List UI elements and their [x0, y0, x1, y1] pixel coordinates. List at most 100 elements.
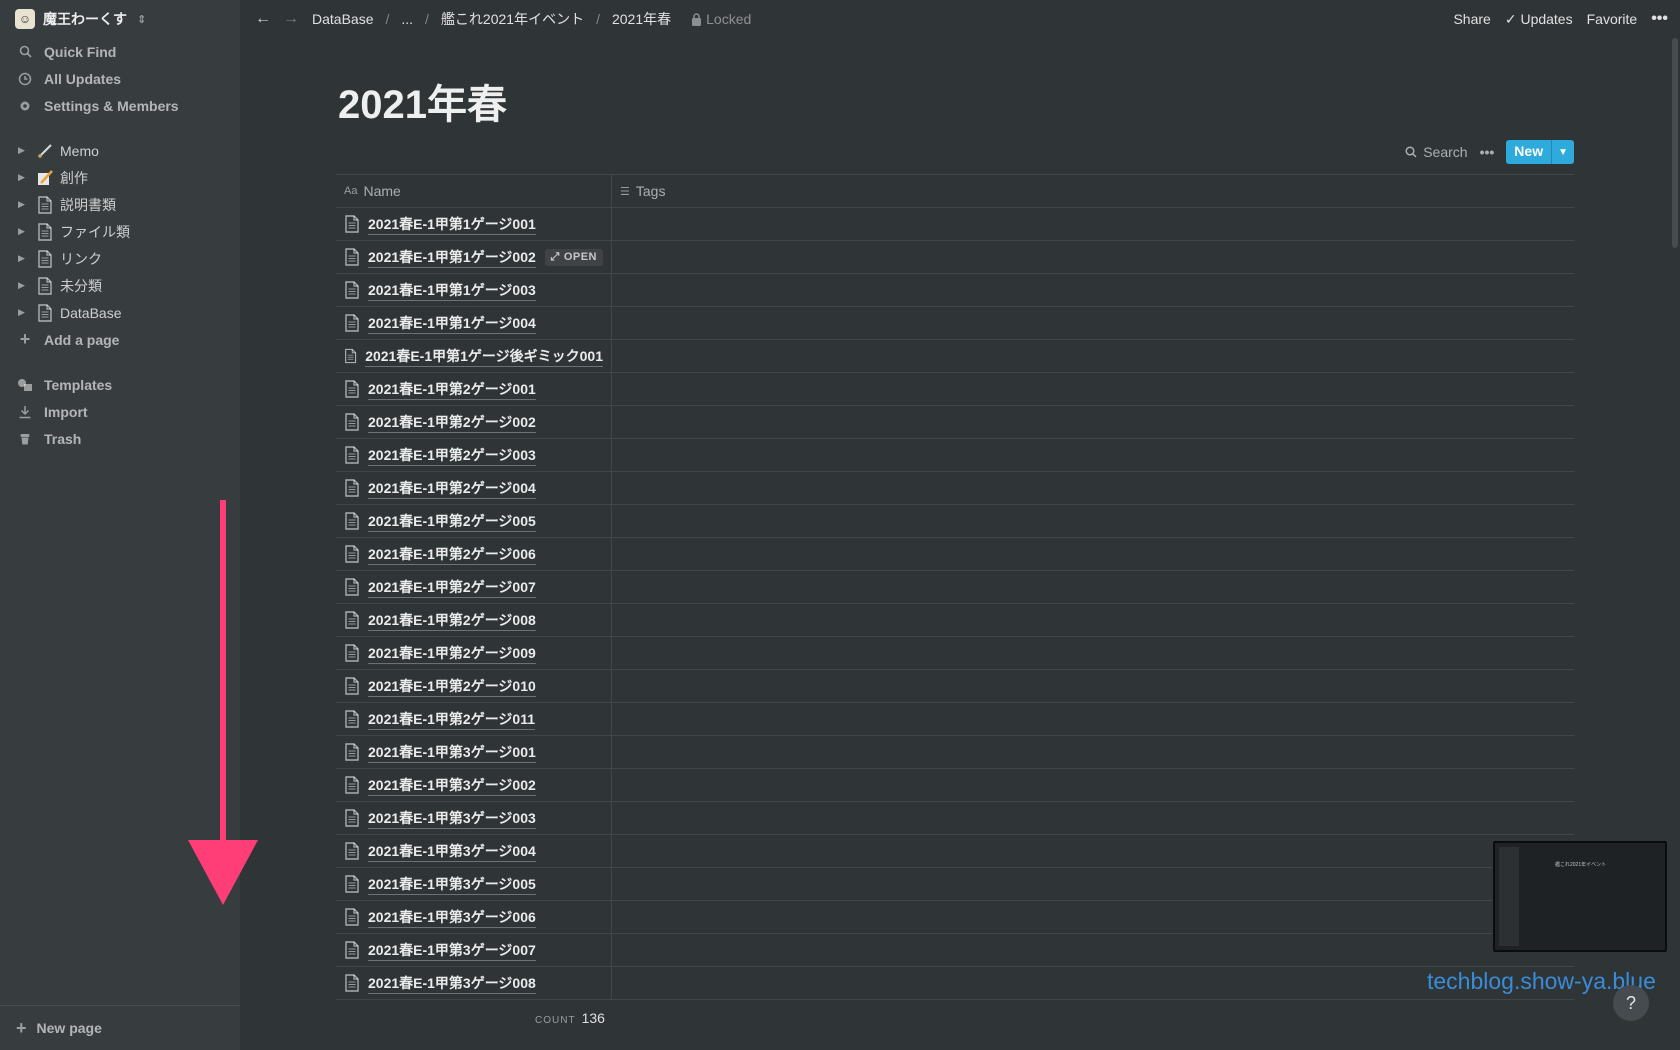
row-title[interactable]: 2021春E-1甲第1ゲージ002 — [368, 247, 536, 268]
tags-cell[interactable] — [612, 571, 1574, 603]
workspace-switcher[interactable]: ☺ 魔王わーくす ⇕ — [0, 0, 240, 38]
help-button[interactable]: ? — [1613, 985, 1649, 1021]
sidebar-item-templates[interactable]: Templates — [0, 371, 240, 398]
expand-toggle-icon[interactable]: ▶ — [18, 172, 30, 183]
tags-cell[interactable] — [612, 406, 1574, 438]
scrollbar-thumb[interactable] — [1672, 38, 1678, 248]
tags-cell[interactable] — [612, 307, 1574, 339]
table-row[interactable]: 2021春E-1甲第2ゲージ001 — [336, 373, 1574, 406]
breadcrumb-item[interactable]: DataBase — [308, 9, 377, 29]
name-cell[interactable]: 2021春E-1甲第2ゲージ001 — [336, 373, 612, 405]
name-cell[interactable]: 2021春E-1甲第2ゲージ003 — [336, 439, 612, 471]
tags-cell[interactable] — [612, 736, 1574, 768]
name-cell[interactable]: 2021春E-1甲第3ゲージ006 — [336, 901, 612, 933]
sidebar-page-item[interactable]: ▶ 創作 — [0, 164, 240, 191]
breadcrumb-item[interactable]: 艦これ2021年イベント — [437, 7, 588, 31]
row-title[interactable]: 2021春E-1甲第3ゲージ004 — [368, 841, 536, 862]
tags-cell[interactable] — [612, 637, 1574, 669]
tags-cell[interactable] — [612, 934, 1574, 966]
updates-button[interactable]: ✓ Updates — [1505, 11, 1573, 28]
sidebar-item-all-updates[interactable]: All Updates — [0, 65, 240, 92]
expand-toggle-icon[interactable]: ▶ — [18, 253, 30, 264]
share-button[interactable]: Share — [1453, 11, 1490, 27]
name-cell[interactable]: 2021春E-1甲第3ゲージ005 — [336, 868, 612, 900]
row-title[interactable]: 2021春E-1甲第2ゲージ011 — [368, 709, 536, 730]
forward-arrow-icon[interactable]: → — [280, 10, 302, 28]
search-button[interactable]: Search — [1405, 144, 1468, 160]
expand-toggle-icon[interactable]: ▶ — [18, 145, 30, 156]
name-cell[interactable]: 2021春E-1甲第3ゲージ002 — [336, 769, 612, 801]
table-row[interactable]: 2021春E-1甲第3ゲージ002 — [336, 769, 1574, 802]
tags-cell[interactable] — [612, 505, 1574, 537]
row-title[interactable]: 2021春E-1甲第2ゲージ010 — [368, 676, 536, 697]
new-button[interactable]: New ▼ — [1506, 140, 1574, 164]
name-cell[interactable]: 2021春E-1甲第2ゲージ002 — [336, 406, 612, 438]
name-cell[interactable]: 2021春E-1甲第3ゲージ004 — [336, 835, 612, 867]
row-title[interactable]: 2021春E-1甲第3ゲージ007 — [368, 940, 536, 961]
row-title[interactable]: 2021春E-1甲第2ゲージ007 — [368, 577, 536, 598]
sidebar-page-item[interactable]: ▶ ファイル類 — [0, 218, 240, 245]
more-options-icon[interactable]: ••• — [1651, 10, 1668, 28]
name-cell[interactable]: 2021春E-1甲第3ゲージ003 — [336, 802, 612, 834]
breadcrumb-item[interactable]: 2021年春 — [608, 7, 675, 31]
name-cell[interactable]: 2021春E-1甲第2ゲージ004 — [336, 472, 612, 504]
column-header-tags[interactable]: ☰ Tags — [612, 175, 673, 207]
tags-cell[interactable] — [612, 901, 1574, 933]
table-row[interactable]: +⠿2021春E-1甲第1ゲージ002⤢OPEN — [336, 241, 1574, 274]
name-cell[interactable]: 2021春E-1甲第1ゲージ002 ⤢ OPEN — [336, 241, 612, 273]
tags-cell[interactable] — [612, 373, 1574, 405]
tags-cell[interactable] — [612, 274, 1574, 306]
expand-toggle-icon[interactable]: ▶ — [18, 199, 30, 210]
row-title[interactable]: 2021春E-1甲第2ゲージ001 — [368, 379, 536, 400]
name-cell[interactable]: 2021春E-1甲第2ゲージ009 — [336, 637, 612, 669]
name-cell[interactable]: 2021春E-1甲第2ゲージ007 — [336, 571, 612, 603]
sidebar-item-settings-members[interactable]: Settings & Members — [0, 92, 240, 119]
table-row[interactable]: 2021春E-1甲第1ゲージ001 — [336, 208, 1574, 241]
locked-indicator[interactable]: Locked — [681, 11, 751, 27]
more-options-icon[interactable]: ••• — [1480, 144, 1495, 160]
sidebar-page-item[interactable]: ▶ リンク — [0, 245, 240, 272]
row-title[interactable]: 2021春E-1甲第2ゲージ003 — [368, 445, 536, 466]
sidebar-item-import[interactable]: Import — [0, 398, 240, 425]
table-row[interactable]: 2021春E-1甲第2ゲージ006 — [336, 538, 1574, 571]
new-page-button[interactable]: + New page — [0, 1005, 240, 1050]
page-title[interactable]: 2021年春 — [338, 72, 507, 130]
table-row[interactable]: 2021春E-1甲第1ゲージ004 — [336, 307, 1574, 340]
tags-cell[interactable] — [612, 703, 1574, 735]
tags-cell[interactable] — [612, 241, 1574, 273]
table-row[interactable]: 2021春E-1甲第2ゲージ003 — [336, 439, 1574, 472]
back-arrow-icon[interactable]: ← — [252, 10, 274, 28]
name-cell[interactable]: 2021春E-1甲第2ゲージ005 — [336, 505, 612, 537]
expand-toggle-icon[interactable]: ▶ — [18, 307, 30, 318]
table-row[interactable]: 2021春E-1甲第1ゲージ003 — [336, 274, 1574, 307]
table-row[interactable]: 2021春E-1甲第2ゲージ004 — [336, 472, 1574, 505]
window-thumbnail[interactable]: 艦これ2021年イベント — [1493, 841, 1667, 952]
table-row[interactable]: 2021春E-1甲第3ゲージ006 — [336, 901, 1574, 934]
name-cell[interactable]: 2021春E-1甲第1ゲージ003 — [336, 274, 612, 306]
sidebar-page-item[interactable]: ▶ DataBase — [0, 299, 240, 326]
tags-cell[interactable] — [612, 208, 1574, 240]
chevron-down-icon[interactable]: ▼ — [1551, 140, 1574, 164]
table-row[interactable]: 2021春E-1甲第2ゲージ010 — [336, 670, 1574, 703]
sidebar-page-item[interactable]: ▶ 未分類 — [0, 272, 240, 299]
tags-cell[interactable] — [612, 340, 1574, 372]
breadcrumb-item[interactable]: ... — [397, 9, 417, 29]
table-row[interactable]: 2021春E-1甲第3ゲージ007 — [336, 934, 1574, 967]
tags-cell[interactable] — [612, 670, 1574, 702]
tags-cell[interactable] — [612, 538, 1574, 570]
name-cell[interactable]: 2021春E-1甲第3ゲージ001 — [336, 736, 612, 768]
column-header-name[interactable]: Aa Name — [336, 175, 612, 207]
add-page-button[interactable]: + Add a page — [0, 326, 240, 353]
name-cell[interactable]: 2021春E-1甲第1ゲージ004 — [336, 307, 612, 339]
row-title[interactable]: 2021春E-1甲第3ゲージ008 — [368, 973, 536, 994]
name-cell[interactable]: 2021春E-1甲第1ゲージ後ギミック001 — [336, 340, 612, 372]
table-row[interactable]: 2021春E-1甲第2ゲージ002 — [336, 406, 1574, 439]
row-title[interactable]: 2021春E-1甲第2ゲージ009 — [368, 643, 536, 664]
table-row[interactable]: 2021春E-1甲第2ゲージ011 — [336, 703, 1574, 736]
table-row[interactable]: 2021春E-1甲第3ゲージ008 — [336, 967, 1574, 1000]
tags-cell[interactable] — [612, 472, 1574, 504]
row-title[interactable]: 2021春E-1甲第3ゲージ005 — [368, 874, 536, 895]
expand-toggle-icon[interactable]: ▶ — [18, 226, 30, 237]
tags-cell[interactable] — [612, 868, 1574, 900]
name-cell[interactable]: 2021春E-1甲第2ゲージ006 — [336, 538, 612, 570]
